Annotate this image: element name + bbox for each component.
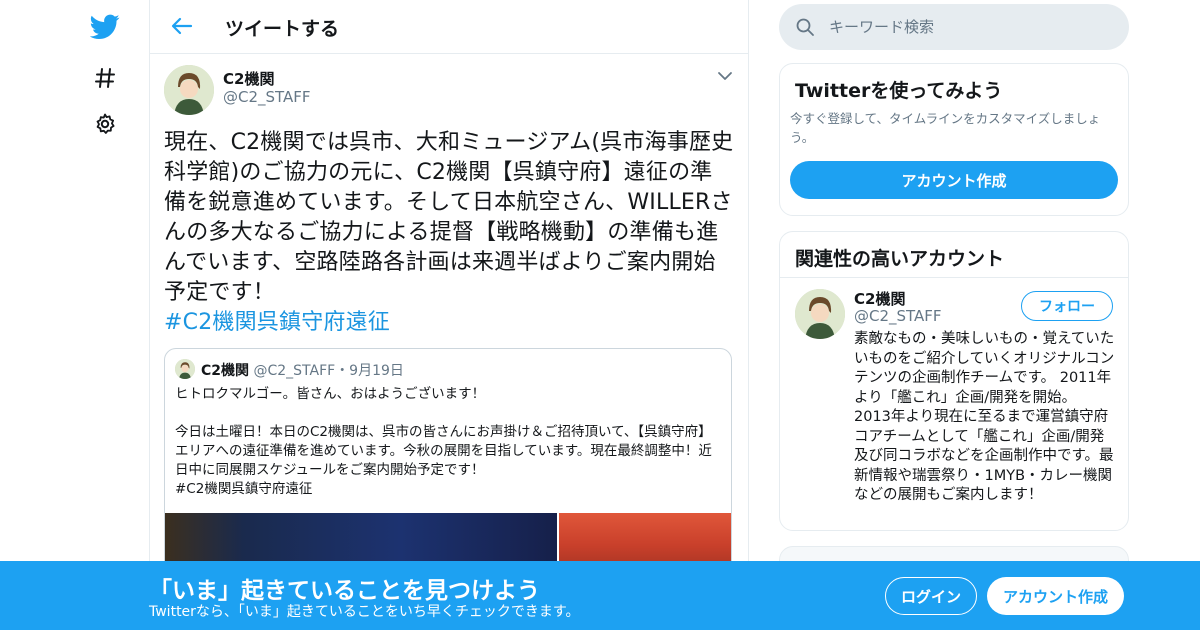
quoted-paragraph: ヒトロクマルゴー。皆さん、おはようございます！ [175,386,486,402]
signup-button[interactable]: アカウント作成 [987,577,1124,615]
hashtag-icon[interactable] [88,61,122,95]
quoted-tweet-date: ・9月19日 [335,363,404,379]
related-account-name[interactable]: C2機関 [854,288,905,309]
quoted-paragraph-text: 今日は土曜日！本日のC2機関は、呉市の皆さんにお声掛け＆ご招待頂いて、【呉鎮守府… [175,424,712,478]
left-navigation [80,0,130,630]
author-name[interactable]: C2機関 [223,68,274,89]
follow-button[interactable]: フォロー [1021,291,1113,321]
tweet: C2機関 @C2_STAFF 現在、C2機関では呉市、大和ミュージアム(呉市海事… [149,0,749,588]
search-icon [796,18,814,36]
avatar[interactable] [164,65,214,115]
avatar [175,359,195,379]
hashtag-link[interactable]: #C2機関呉鎮守府遠征 [164,308,734,338]
banner-subtitle: Twitterなら、「いま」起きていることをいち早くチェックできます。 [149,604,580,620]
related-accounts-title: 関連性の高いアカウント [795,248,1005,270]
tweet-text: 現在、C2機関では呉市、大和ミュージアム(呉市海事歴史科学館)のご協力の元に、C… [164,128,734,338]
login-button[interactable]: ログイン [885,577,977,615]
signup-card-text: 今すぐ登録して、タイムラインをカスタマイズしましょう。 [790,111,1101,145]
related-accounts-card: 関連性の高いアカウント C2機関 @C2_STAFF フォロー 素敵なもの・美味… [779,231,1129,531]
create-account-button[interactable]: アカウント作成 [790,161,1118,199]
banner-title: 「いま」起きていることを見つけよう [149,578,540,604]
chevron-down-icon[interactable] [715,68,735,84]
search-bar[interactable] [779,4,1129,50]
signup-card: Twitterを使ってみよう 今すぐ登録して、タイムラインをカスタマイズしましょ… [779,63,1129,216]
related-account-handle[interactable]: @C2_STAFF [854,307,942,325]
author-handle[interactable]: @C2_STAFF [223,88,311,106]
quoted-tweet[interactable]: C2機関 @C2_STAFF・9月19日 ヒトロクマルゴー。皆さん、おはようござ… [164,348,732,588]
tweet-body: 現在、C2機関では呉市、大和ミュージアム(呉市海事歴史科学館)のご協力の元に、C… [164,130,734,305]
search-input[interactable] [829,18,1109,36]
avatar[interactable] [795,289,845,339]
gear-icon[interactable] [88,107,122,141]
twitter-logo-icon[interactable] [88,10,122,44]
quoted-tweet-meta: C2機関 @C2_STAFF・9月19日 [201,360,404,380]
signup-card-title: Twitterを使ってみよう [795,80,1003,102]
related-account-bio: 素敵なもの・美味しいもの・覚えていたいものをご紹介していくオリジナルコンテンツの… [854,331,1115,503]
quoted-tweet-text: ヒトロクマルゴー。皆さん、おはようございます！ 今日は土曜日！本日のC2機関は、… [175,385,725,499]
divider [780,277,1128,278]
quoted-paragraph: 今日は土曜日！本日のC2機関は、呉市の皆さんにお声掛け＆ご招待頂いて、【呉鎮守府… [175,423,725,499]
quoted-author-name: C2機関 [201,363,250,379]
quoted-author-handle: @C2_STAFF [253,363,336,379]
quoted-hashtag: #C2機関呉鎮守府遠征 [175,481,313,497]
